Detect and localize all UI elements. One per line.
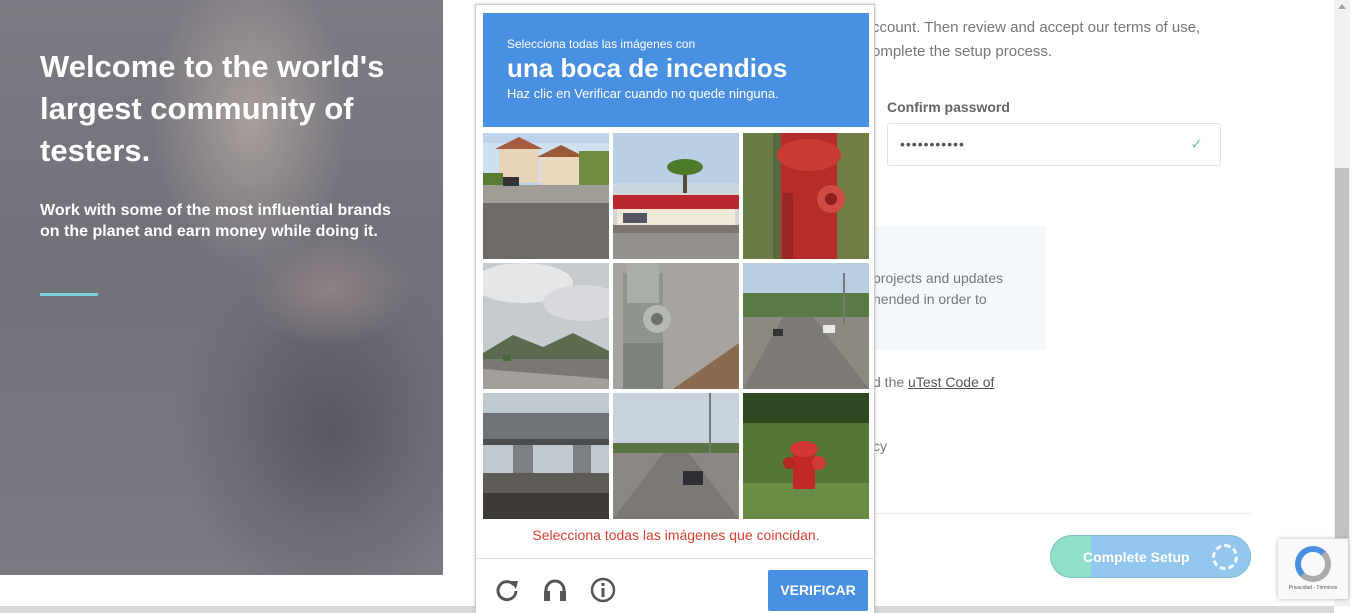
- captcha-tile[interactable]: [483, 393, 609, 519]
- captcha-instruction: Selecciona todas las imágenes con: [507, 37, 696, 51]
- code-of-conduct-text: d the uTest Code of: [873, 374, 994, 390]
- page: Welcome to the world's largest community…: [0, 0, 1366, 613]
- form-intro-text: ccount. Then review and accept our terms…: [872, 19, 1201, 60]
- code-prefix: d the: [873, 374, 909, 390]
- captcha-target: una boca de incendios: [507, 53, 788, 83]
- info-icon[interactable]: [590, 577, 616, 603]
- hero-title: Welcome to the world's largest community…: [40, 49, 385, 168]
- page-scrollbar[interactable]: [1334, 0, 1350, 606]
- recaptcha-logo-icon: [1295, 546, 1331, 582]
- captcha-hint: Haz clic en Verificar cuando no quede ni…: [507, 86, 779, 101]
- captcha-image-grid: [483, 133, 871, 521]
- scrollbar-thumb[interactable]: [1335, 168, 1349, 538]
- confirm-password-field[interactable]: ••••••••••• ✓: [887, 123, 1221, 166]
- headphones-icon[interactable]: [542, 577, 568, 603]
- hero-divider: [40, 293, 98, 296]
- captcha-tile[interactable]: [743, 393, 869, 519]
- captcha-tile[interactable]: [483, 133, 609, 259]
- info-text: projects and updates nended in order to: [873, 270, 1003, 307]
- captcha-footer: VERIFICAR: [476, 558, 876, 613]
- code-of-conduct-link[interactable]: uTest Code of: [908, 374, 994, 390]
- recaptcha-links[interactable]: Privacidad - Términos: [1278, 585, 1348, 591]
- complete-setup-label: Complete Setup: [1083, 549, 1190, 565]
- form-divider: [872, 513, 1252, 514]
- captcha-tile[interactable]: [483, 263, 609, 389]
- captcha-tile[interactable]: [613, 263, 739, 389]
- captcha-dialog: Selecciona todas las imágenes con una bo…: [475, 4, 876, 613]
- check-icon: ✓: [1190, 136, 1204, 153]
- captcha-error-message: Selecciona todas las imágenes que coinci…: [532, 527, 820, 543]
- privacy-policy-link[interactable]: cy: [873, 438, 887, 454]
- reload-icon[interactable]: [494, 577, 520, 603]
- scroll-up-arrow-icon[interactable]: [1338, 4, 1346, 9]
- confirm-password-label: Confirm password: [887, 99, 1010, 115]
- captcha-tile[interactable]: [743, 263, 869, 389]
- captcha-header: Selecciona todas las imágenes con una bo…: [483, 13, 869, 127]
- verify-button[interactable]: VERIFICAR: [768, 570, 868, 611]
- captcha-tile[interactable]: [613, 393, 739, 519]
- complete-setup-button[interactable]: Complete Setup: [1050, 535, 1251, 578]
- recaptcha-badge[interactable]: Privacidad - Términos: [1278, 539, 1348, 599]
- loading-spinner-icon: [1212, 544, 1238, 570]
- captcha-tile[interactable]: [613, 133, 739, 259]
- hero-panel: Welcome to the world's largest community…: [0, 0, 443, 575]
- confirm-password-value: •••••••••••: [900, 136, 965, 152]
- captcha-tile[interactable]: [743, 133, 869, 259]
- hero-subtitle: Work with some of the most influential b…: [40, 202, 391, 240]
